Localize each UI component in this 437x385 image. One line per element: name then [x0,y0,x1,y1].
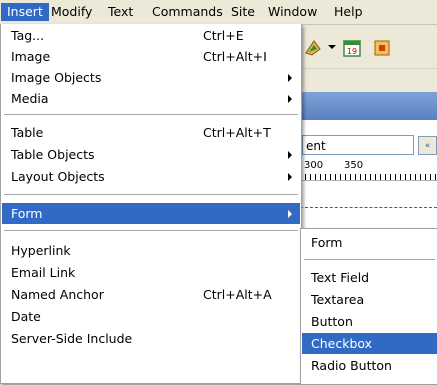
menu-item-label: Layout Objects [11,169,105,184]
ruler-ticks [300,174,437,180]
menu-item-label: Media [11,91,49,106]
submenu-item-textarea[interactable]: Textarea [302,289,437,310]
menu-item-hyperlink[interactable]: Hyperlink [2,240,300,261]
scroll-button[interactable]: « [418,136,437,155]
menu-item-email-link[interactable]: Email Link [2,262,300,283]
menu-item-table-objects[interactable]: Table Objects [2,144,300,165]
form-submenu: Form Text Field Textarea Button Checkbox… [300,228,437,385]
flash-icon[interactable] [303,38,323,58]
menu-item-image[interactable]: Image Ctrl+Alt+I [2,46,300,67]
menu-item-media[interactable]: Media [2,88,300,109]
menu-item-label: Form [311,235,343,250]
submenu-arrow-icon [288,173,292,181]
menu-item-label: Button [311,314,353,329]
shortcut-label: Ctrl+Alt+A [203,287,272,302]
menu-item-named-anchor[interactable]: Named Anchor Ctrl+Alt+A [2,284,300,305]
menu-item-server-side-include[interactable]: Server-Side Include [2,328,300,349]
menu-separator [304,259,435,260]
date-icon[interactable]: 19 [342,38,362,58]
menu-item-label: Email Link [11,265,76,280]
table-border-guide [300,207,437,208]
menu-item-table[interactable]: Table Ctrl+Alt+T [2,122,300,143]
menu-text[interactable]: Text [102,3,139,21]
menu-modify[interactable]: Modify [45,3,98,21]
menu-item-image-objects[interactable]: Image Objects [2,67,300,88]
submenu-arrow-icon [288,74,292,82]
menu-item-label: Named Anchor [11,287,104,302]
submenu-item-text-field[interactable]: Text Field [302,267,437,288]
menu-separator [4,230,298,231]
submenu-arrow-icon [288,95,292,103]
menu-site[interactable]: Site [225,3,261,21]
svg-text:19: 19 [347,47,357,56]
shortcut-label: Ctrl+Alt+I [203,49,267,64]
menu-item-label: Table Objects [11,147,95,162]
menu-insert[interactable]: Insert [1,3,49,21]
menu-item-label: Image [11,49,51,64]
menu-item-label: Textarea [311,292,365,307]
shortcut-label: Ctrl+Alt+T [203,125,271,140]
submenu-item-form[interactable]: Form [302,232,437,253]
menu-item-label: Image Objects [11,70,102,85]
menu-window[interactable]: Window [262,3,323,21]
ruler-label-350: 350 [344,160,364,171]
menu-item-layout-objects[interactable]: Layout Objects [2,166,300,187]
dropdown-arrow-icon[interactable] [328,45,336,49]
menu-separator [4,114,298,115]
menu-item-label: Form [11,206,43,221]
insert-menu: Tag... Ctrl+E Image Ctrl+Alt+I Image Obj… [0,24,302,384]
submenu-item-button[interactable]: Button [302,311,437,332]
menu-item-label: Table [11,125,44,140]
menu-help[interactable]: Help [328,3,369,21]
ruler-label-300: 300 [304,160,324,171]
menu-item-form[interactable]: Form [2,203,300,224]
server-include-icon[interactable] [372,38,392,58]
menu-item-label: Radio Button [311,358,392,373]
menu-item-label: Hyperlink [11,243,71,258]
submenu-arrow-icon [288,151,292,159]
shortcut-label: Ctrl+E [203,28,244,43]
menu-item-label: Checkbox [311,336,373,351]
menu-item-date[interactable]: Date [2,306,300,327]
menu-item-label: Text Field [311,270,370,285]
title-input[interactable]: ent [302,135,414,155]
submenu-item-checkbox[interactable]: Checkbox [302,333,437,354]
menu-commands[interactable]: Commands [146,3,229,21]
ruler: 300 350 [300,160,437,181]
menu-bar: Insert Modify Text Commands Site Window … [0,0,437,25]
menu-item-label: Server-Side Include [11,331,133,346]
submenu-arrow-icon [288,210,292,218]
menu-item-label: Tag... [11,28,45,43]
menu-separator [4,194,298,195]
menu-item-tag[interactable]: Tag... Ctrl+E [2,25,300,46]
submenu-item-radio-button[interactable]: Radio Button [302,355,437,376]
menu-item-label: Date [11,309,41,324]
